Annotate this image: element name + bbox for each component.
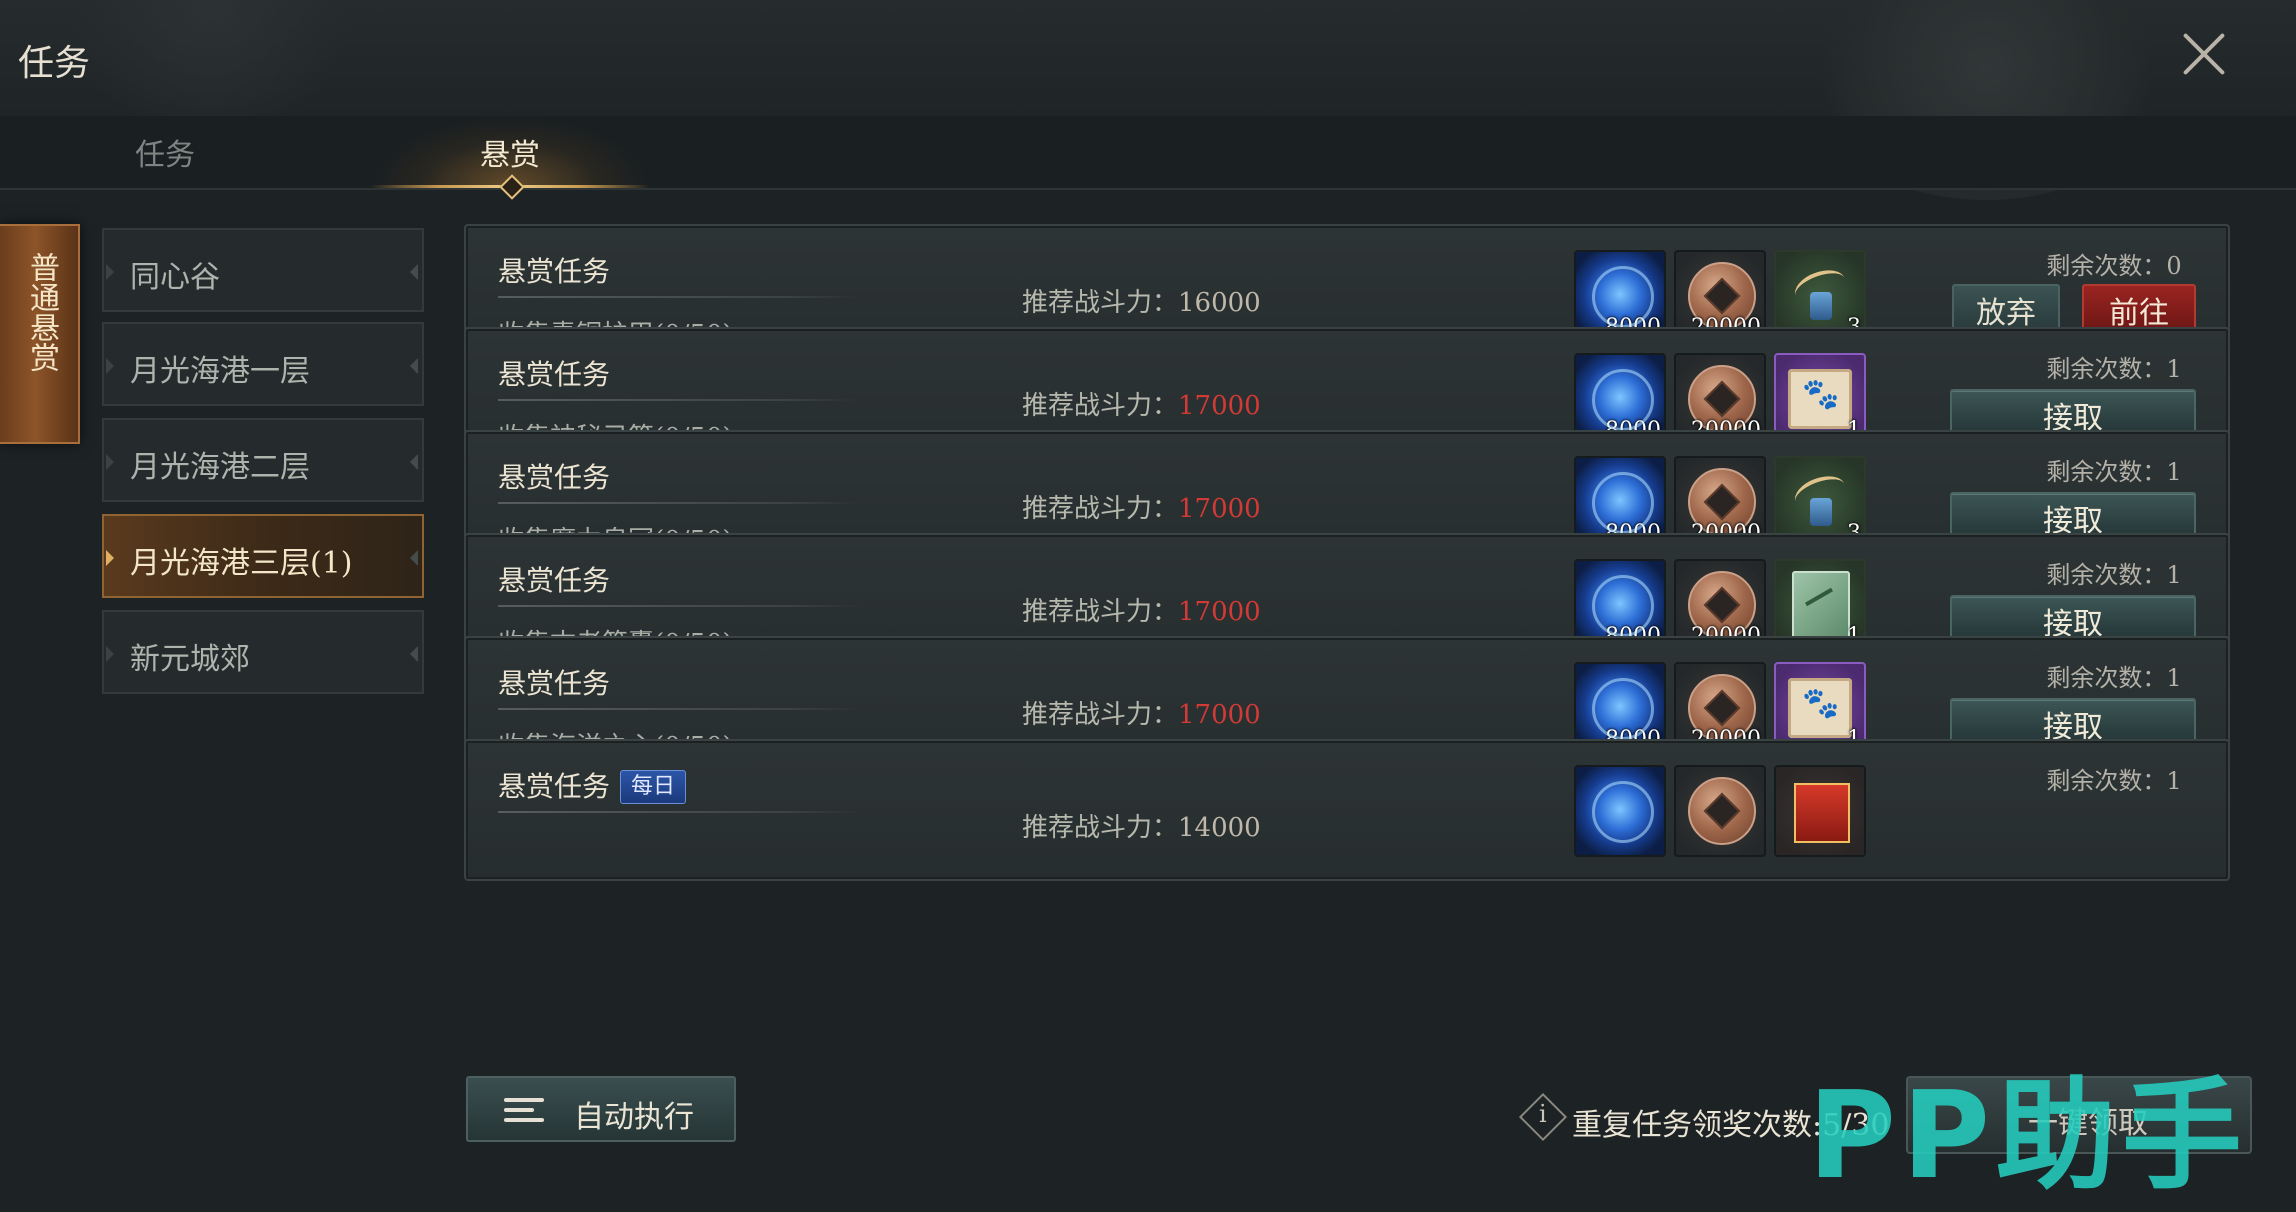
chevron-left-icon — [410, 646, 418, 662]
recommended-power: 推荐战斗力：14000 — [1022, 807, 1261, 844]
recommended-power: 推荐战斗力：17000 — [1022, 385, 1261, 422]
tab-task[interactable]: 任务 — [100, 116, 230, 188]
quest-title: 悬赏任务 — [498, 667, 611, 700]
power-label: 推荐战斗力： — [1022, 391, 1179, 421]
remain-label: 剩余次数： — [2046, 252, 2167, 280]
coin-graphic — [1688, 777, 1756, 845]
auto-execute-icon — [504, 1098, 548, 1126]
location-item-selected[interactable]: 月光海港三层(1) — [102, 514, 424, 598]
remain-value: 1 — [2166, 561, 2182, 589]
auto-execute-label: 自动执行 — [574, 1100, 694, 1135]
close-icon[interactable] — [2180, 30, 2228, 78]
tab-bar: 任务 悬赏 — [0, 116, 2296, 200]
power-label: 推荐战斗力： — [1022, 494, 1179, 524]
quest-row: 悬赏任务 每日 推荐战斗力：14000 剩余次数：1 — [464, 739, 2230, 881]
active-tab-ornament — [499, 174, 525, 200]
divider — [498, 605, 858, 607]
chevron-right-icon — [106, 550, 114, 566]
remain-value: 1 — [2166, 664, 2182, 692]
exp-orb-icon[interactable] — [1574, 765, 1666, 857]
power-label: 推荐战斗力： — [1022, 597, 1179, 627]
repeat-label: 重复任务领奖次数: — [1572, 1108, 1823, 1143]
location-label: 新元城郊 — [130, 642, 250, 677]
remain-label: 剩余次数： — [2046, 664, 2167, 692]
remain-label: 剩余次数： — [2046, 355, 2167, 383]
location-item[interactable]: 月光海港一层 — [102, 322, 424, 406]
copper-coin-icon[interactable] — [1674, 765, 1766, 857]
book-graphic — [1792, 571, 1850, 643]
remain-value: 0 — [2166, 252, 2182, 280]
recommended-power: 推荐战斗力：17000 — [1022, 591, 1261, 628]
remain-label: 剩余次数： — [2046, 458, 2167, 486]
auto-execute-button[interactable]: 自动执行 — [466, 1076, 736, 1142]
quest-title: 悬赏任务 每日 — [498, 765, 687, 805]
divider — [498, 708, 858, 710]
divider — [498, 502, 858, 504]
remaining-count: 剩余次数：1 — [2014, 761, 2214, 796]
power-value: 17000 — [1178, 391, 1261, 421]
gift-box-icon[interactable] — [1774, 765, 1866, 857]
chevron-left-icon — [410, 264, 418, 280]
recommended-power: 推荐战斗力：17000 — [1022, 488, 1261, 525]
daily-badge: 每日 — [620, 770, 687, 804]
remaining-count: 剩余次数：0 — [2014, 246, 2214, 281]
chevron-right-icon — [106, 264, 114, 280]
power-label: 推荐战斗力： — [1022, 700, 1179, 730]
quest-title: 悬赏任务 — [498, 564, 611, 597]
location-item[interactable]: 月光海港二层 — [102, 418, 424, 502]
header-bar: 任务 — [0, 0, 2296, 200]
category-label: 普通悬赏 — [24, 252, 59, 372]
location-item[interactable]: 同心谷 — [102, 228, 424, 312]
scroll-graphic — [1788, 678, 1852, 738]
power-value: 17000 — [1178, 597, 1261, 627]
recommended-power: 推荐战斗力：16000 — [1022, 282, 1261, 319]
location-label: 月光海港二层 — [130, 450, 310, 485]
quest-list[interactable]: 悬赏任务 收集青铜护甲(0/50) 推荐战斗力：16000 8000 20000… — [462, 220, 2234, 1056]
scroll-graphic — [1788, 369, 1852, 429]
remain-label: 剩余次数： — [2046, 561, 2167, 589]
divider — [498, 296, 858, 298]
remaining-count: 剩余次数：1 — [2014, 658, 2214, 693]
chevron-right-icon — [106, 358, 114, 374]
category-normal-bounty[interactable]: 普通悬赏 — [0, 224, 80, 444]
power-label: 推荐战斗力： — [1022, 288, 1179, 318]
chevron-right-icon — [106, 646, 114, 662]
remain-value: 1 — [2166, 355, 2182, 383]
remain-value: 1 — [2166, 458, 2182, 486]
location-label: 同心谷 — [130, 260, 220, 295]
recommended-power: 推荐战斗力：17000 — [1022, 694, 1261, 731]
remaining-count: 剩余次数：1 — [2014, 555, 2214, 590]
bow-graphic — [1790, 470, 1850, 530]
tab-bounty-label: 悬赏 — [480, 138, 540, 173]
quest-title: 悬赏任务 — [498, 358, 611, 391]
power-value: 17000 — [1178, 494, 1261, 524]
chevron-left-icon — [410, 550, 418, 566]
location-item[interactable]: 新元城郊 — [102, 610, 424, 694]
remain-value: 1 — [2166, 767, 2182, 795]
power-label: 推荐战斗力： — [1022, 813, 1179, 843]
quest-title: 悬赏任务 — [498, 461, 611, 494]
location-label: 月光海港一层 — [130, 354, 310, 389]
chevron-left-icon — [410, 454, 418, 470]
remain-label: 剩余次数： — [2046, 767, 2167, 795]
tab-bounty[interactable]: 悬赏 — [370, 116, 650, 200]
location-label: 月光海港三层(1) — [130, 546, 353, 581]
quest-title-text: 悬赏任务 — [498, 770, 611, 803]
page-title: 任务 — [18, 43, 91, 84]
box-graphic — [1794, 783, 1850, 843]
remaining-count: 剩余次数：1 — [2014, 349, 2214, 384]
chevron-right-icon — [106, 454, 114, 470]
bow-graphic — [1790, 264, 1850, 324]
divider — [498, 811, 858, 813]
info-icon[interactable]: i — [1518, 1092, 1568, 1142]
divider — [498, 399, 858, 401]
remaining-count: 剩余次数：1 — [2014, 452, 2214, 487]
chevron-left-icon — [410, 358, 418, 374]
power-value: 17000 — [1178, 700, 1261, 730]
power-value: 16000 — [1178, 288, 1261, 318]
quest-title: 悬赏任务 — [498, 255, 611, 288]
power-value: 14000 — [1178, 813, 1261, 843]
watermark-logo: PP助手 — [1808, 1067, 2248, 1206]
